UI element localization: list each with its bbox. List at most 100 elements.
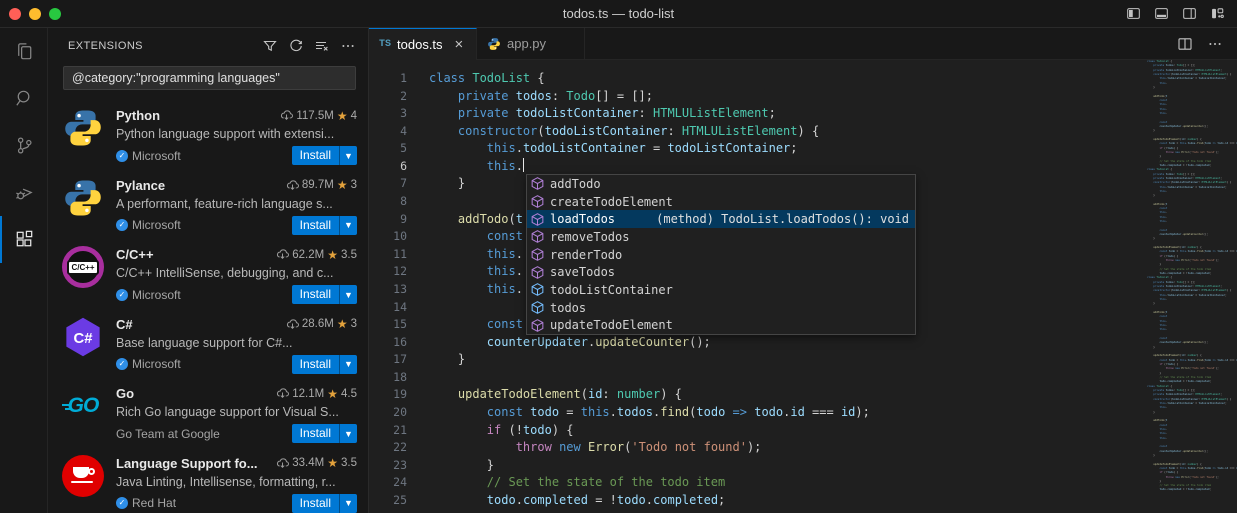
suggestion-item[interactable]: addTodo (527, 175, 915, 193)
extension-list-item[interactable]: Language Support fo...33.4M★3.5Java Lint… (48, 446, 368, 513)
install-button-label[interactable]: Install (292, 355, 339, 374)
line-number: 21 (369, 422, 407, 440)
install-button[interactable]: Install▼ (292, 216, 357, 235)
suggestion-item[interactable]: createTodoElement (527, 193, 915, 211)
extensions-sidebar: EXTENSIONS Python117.5M★4Python language… (48, 28, 369, 513)
install-button-label[interactable]: Install (292, 216, 339, 235)
install-button[interactable]: Install▼ (292, 355, 357, 374)
activity-explorer[interactable] (0, 28, 47, 75)
code-line[interactable]: 2 private todos: Todo[] = []; (369, 88, 1145, 106)
clear-extensions-search-icon[interactable] (314, 38, 330, 54)
activity-source-control[interactable] (0, 122, 47, 169)
line-number: 17 (369, 351, 407, 369)
code-line[interactable]: 6 this. (369, 158, 1145, 176)
code-line[interactable]: 5 this.todoListContainer = todoListConta… (369, 140, 1145, 158)
extension-list-item[interactable]: Python117.5M★4Python language support wi… (48, 98, 368, 168)
sidebar-title: EXTENSIONS (68, 40, 143, 52)
install-button-label[interactable]: Install (292, 424, 339, 443)
tab-todos-ts[interactable]: TS todos.ts × (369, 28, 477, 60)
extension-list-item[interactable]: GOGo12.1M★4.5Rich Go language support fo… (48, 376, 368, 446)
activity-extensions[interactable] (0, 216, 47, 263)
code-line[interactable]: 1class TodoList { (369, 70, 1145, 88)
extensions-search-input[interactable] (72, 71, 347, 85)
install-dropdown-icon[interactable]: ▼ (339, 146, 357, 165)
code-line[interactable]: 16 counterUpdater.updateCounter(); (369, 334, 1145, 352)
install-button[interactable]: Install▼ (292, 285, 357, 304)
install-button-label[interactable]: Install (292, 494, 339, 513)
code-line[interactable]: 17 } (369, 351, 1145, 369)
extensions-list: Python117.5M★4Python language support wi… (48, 98, 368, 513)
method-icon (530, 229, 550, 244)
extension-publisher: ✓Microsoft (116, 218, 181, 232)
suggestion-item[interactable]: renderTodo (527, 246, 915, 264)
rating-value: 4 (351, 110, 357, 122)
suggestion-item[interactable]: todoListContainer (527, 281, 915, 299)
explorer-icon (13, 40, 36, 63)
editor-body[interactable]: 1class TodoList {2 private todos: Todo[]… (369, 60, 1237, 513)
line-number: 9 (369, 211, 407, 229)
customize-layout-icon[interactable] (1210, 6, 1225, 21)
code-line[interactable]: 25 todo.completed = !todo.completed; (369, 492, 1145, 510)
extension-list-item[interactable]: Pylance89.7M★3A performant, feature-rich… (48, 168, 368, 238)
extension-stats: 28.6M★3 (280, 317, 357, 331)
extension-name: Go (116, 386, 134, 401)
install-button[interactable]: Install▼ (292, 424, 357, 443)
rating-value: 3.5 (341, 457, 357, 469)
more-editor-actions-icon[interactable] (1207, 36, 1223, 52)
extension-list-item[interactable]: C#C#28.6M★3Base language support for C#.… (48, 307, 368, 377)
toggle-panel-icon[interactable] (1154, 6, 1169, 21)
suggestion-item[interactable]: saveTodos (527, 263, 915, 281)
python-logo-icon (62, 107, 104, 149)
toggle-primary-sidebar-icon[interactable] (1126, 6, 1141, 21)
install-button-label[interactable]: Install (292, 146, 339, 165)
close-tab-icon[interactable]: × (455, 37, 464, 52)
install-button-label[interactable]: Install (292, 285, 339, 304)
install-dropdown-icon[interactable]: ▼ (339, 355, 357, 374)
refresh-icon[interactable] (288, 38, 304, 54)
suggestion-item[interactable]: removeTodos (527, 228, 915, 246)
code-line[interactable]: 3 private todoListContainer: HTMLUListEl… (369, 105, 1145, 123)
sidebar-header: EXTENSIONS (48, 28, 368, 64)
svg-text:C#: C# (74, 331, 94, 347)
suggestion-item[interactable]: todos (527, 299, 915, 317)
code-line[interactable]: 20 const todo = this.todos.find(todo => … (369, 404, 1145, 422)
publisher-name: Microsoft (132, 357, 181, 371)
filter-icon[interactable] (262, 38, 278, 54)
python-file-icon (487, 37, 501, 51)
code-line[interactable]: 22 throw new Error('Todo not found'); (369, 439, 1145, 457)
install-button[interactable]: Install▼ (292, 146, 357, 165)
extension-description: Base language support for C#... (116, 336, 357, 350)
activity-run-debug[interactable] (0, 169, 47, 216)
line-number: 2 (369, 88, 407, 106)
minimap[interactable]: class TodoList { private todos: Todo[] =… (1147, 60, 1237, 513)
suggestion-item[interactable]: loadTodos(method) TodoList.loadTodos(): … (527, 210, 915, 228)
install-button[interactable]: Install▼ (292, 494, 357, 513)
extension-stats: 12.1M★4.5 (270, 387, 357, 401)
suggestion-item[interactable]: updateTodoElement (527, 317, 915, 335)
activity-search[interactable] (0, 75, 47, 122)
code-line[interactable]: 24 // Set the state of the todo item (369, 474, 1145, 492)
tab-app-py[interactable]: app.py (477, 28, 585, 59)
install-dropdown-icon[interactable]: ▼ (339, 285, 357, 304)
extension-publisher: ✓Red Hat (116, 496, 176, 510)
install-dropdown-icon[interactable]: ▼ (339, 424, 357, 443)
code-line[interactable]: 18 (369, 369, 1145, 387)
suggestion-detail: (method) TodoList.loadTodos(): void (656, 212, 909, 226)
download-count: 12.1M (292, 388, 324, 400)
install-dropdown-icon[interactable]: ▼ (339, 216, 357, 235)
extension-list-item[interactable]: C/C++C/C++62.2M★3.5C/C++ IntelliSense, d… (48, 237, 368, 307)
code-line[interactable]: 21 if (!todo) { (369, 422, 1145, 440)
close-window-button[interactable] (9, 8, 21, 20)
install-dropdown-icon[interactable]: ▼ (339, 494, 357, 513)
extensions-icon (13, 228, 36, 251)
more-actions-icon[interactable] (340, 38, 356, 54)
line-number: 19 (369, 386, 407, 404)
code-line[interactable]: 19 updateTodoElement(id: number) { (369, 386, 1145, 404)
split-editor-icon[interactable] (1177, 36, 1193, 52)
zoom-window-button[interactable] (49, 8, 61, 20)
code-line[interactable]: 23 } (369, 457, 1145, 475)
toggle-secondary-sidebar-icon[interactable] (1182, 6, 1197, 21)
rating-value: 4.5 (341, 388, 357, 400)
minimize-window-button[interactable] (29, 8, 41, 20)
code-line[interactable]: 4 constructor(todoListContainer: HTMLULi… (369, 123, 1145, 141)
